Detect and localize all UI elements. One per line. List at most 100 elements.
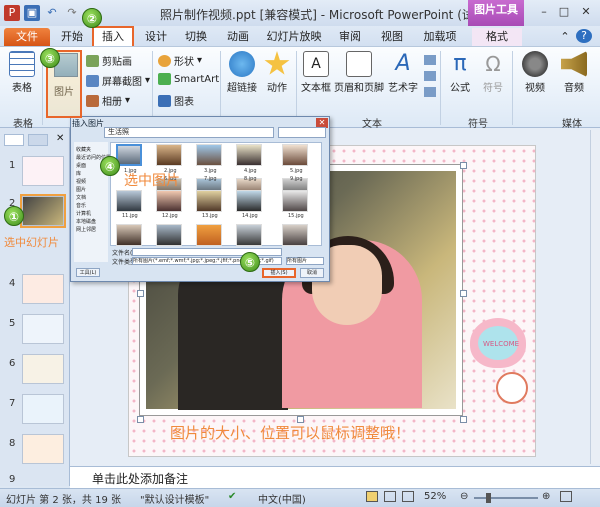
zoom-level[interactable]: 52% <box>424 491 446 502</box>
object-icon[interactable] <box>424 87 436 97</box>
normal-view-icon[interactable] <box>366 491 378 502</box>
resize-handle[interactable] <box>137 290 144 297</box>
action-button[interactable]: 动作 <box>262 51 292 94</box>
nav-item[interactable]: 本地磁盘 <box>76 218 96 225</box>
tab-animations[interactable]: 动画 <box>222 28 254 46</box>
zoom-in-icon[interactable]: ⊕ <box>542 491 550 502</box>
slide-thumbnail[interactable] <box>22 156 64 186</box>
photo-thumbnail[interactable] <box>236 144 262 166</box>
nav-item[interactable]: 文档 <box>76 194 86 201</box>
photo-thumbnail[interactable] <box>156 190 182 212</box>
save-icon[interactable]: ▣ <box>24 5 40 21</box>
hyperlink-button[interactable]: 超链接 <box>224 51 260 94</box>
powerpoint-logo-icon[interactable]: P <box>4 5 20 21</box>
video-button[interactable]: 视频 <box>516 51 554 94</box>
tab-format[interactable]: 格式 <box>472 28 522 46</box>
fit-to-window-icon[interactable] <box>560 491 572 502</box>
textbox-button[interactable]: A 文本框 <box>300 51 332 94</box>
nav-item[interactable]: 图片 <box>76 186 86 193</box>
photo-filename: 9.jpg <box>290 176 303 182</box>
chart-button[interactable]: 图表 <box>158 93 194 108</box>
photo-thumbnail-selected[interactable] <box>116 144 142 166</box>
nav-item[interactable]: 网上邻居 <box>76 226 96 233</box>
nav-item[interactable]: 库 <box>76 170 81 177</box>
zoom-out-icon[interactable]: ⊖ <box>460 491 468 502</box>
outline-tab[interactable] <box>28 134 48 146</box>
photo-thumbnail[interactable] <box>282 190 308 212</box>
shapes-button[interactable]: 形状 ▾ <box>158 53 202 68</box>
dialog-search-input[interactable] <box>278 127 326 138</box>
cancel-button[interactable]: 取消 <box>300 268 324 278</box>
tab-design[interactable]: 设计 <box>140 28 172 46</box>
album-button[interactable]: 相册 ▾ <box>86 93 130 108</box>
slide-thumbnail[interactable] <box>22 274 64 304</box>
reading-view-icon[interactable] <box>402 491 414 502</box>
slide-thumbnail[interactable] <box>22 354 64 384</box>
tab-addins[interactable]: 加载项 <box>418 28 462 46</box>
photo-thumbnail[interactable] <box>156 144 182 166</box>
nav-item[interactable]: 视频 <box>76 178 86 185</box>
close-icon[interactable]: ✕ <box>578 4 594 20</box>
photo-thumbnail[interactable] <box>236 224 262 246</box>
nav-item[interactable]: 桌面 <box>76 162 86 169</box>
tab-transitions[interactable]: 切换 <box>180 28 212 46</box>
clipart-button[interactable]: 剪贴画 <box>86 53 132 68</box>
header-footer-button[interactable]: 页眉和页脚 <box>334 51 384 94</box>
maximize-icon[interactable]: □ <box>556 4 572 20</box>
select-slide-annotation: 选中幻灯片 <box>4 236 59 249</box>
screenshot-button[interactable]: 屏幕截图 ▾ <box>86 73 150 88</box>
zoom-slider-thumb[interactable] <box>486 493 491 503</box>
nav-item[interactable]: 音乐 <box>76 202 86 209</box>
slide-thumbnail[interactable] <box>22 394 64 424</box>
slide-number-icon[interactable] <box>424 71 436 81</box>
slide-sorter-icon[interactable] <box>384 491 396 502</box>
date-time-icon[interactable] <box>424 55 436 65</box>
audio-button[interactable]: 音频 <box>556 51 592 94</box>
insert-button[interactable]: 插入(S) <box>262 268 296 278</box>
tab-file[interactable]: 文件 <box>4 28 50 46</box>
tab-review[interactable]: 审阅 <box>334 28 366 46</box>
resize-handle[interactable] <box>460 162 467 169</box>
photo-thumbnail[interactable] <box>116 224 142 246</box>
nav-item[interactable]: 收藏夹 <box>76 146 91 153</box>
help-icon[interactable]: ? <box>576 29 592 43</box>
slides-tab[interactable] <box>4 134 24 146</box>
photo-thumbnail[interactable] <box>236 190 262 212</box>
photo-thumbnail[interactable] <box>116 190 142 212</box>
tab-view[interactable]: 视图 <box>376 28 408 46</box>
zoom-slider[interactable] <box>474 497 538 499</box>
proofing-icon[interactable]: ✔ <box>228 491 236 502</box>
minimize-icon[interactable]: – <box>536 4 552 20</box>
resize-handle[interactable] <box>460 416 467 423</box>
photo-thumbnail[interactable] <box>156 224 182 246</box>
smartart-button[interactable]: SmartArt <box>158 73 219 85</box>
undo-icon[interactable]: ↶ <box>44 5 60 21</box>
resize-handle[interactable] <box>460 290 467 297</box>
photo-thumbnail[interactable] <box>282 224 308 246</box>
tab-insert[interactable]: 插入 <box>92 26 134 46</box>
resize-handle[interactable] <box>137 416 144 423</box>
table-button[interactable]: 表格 <box>6 51 38 94</box>
photo-thumbnail[interactable] <box>196 224 222 246</box>
select-picture-annotation: 选中图片 <box>124 173 180 189</box>
slide-thumbnail[interactable] <box>22 434 64 464</box>
vertical-scrollbar[interactable] <box>590 130 600 464</box>
slide-thumbnail[interactable] <box>22 314 64 344</box>
filename-input[interactable] <box>132 248 282 256</box>
photo-thumbnail[interactable] <box>196 190 222 212</box>
photo-thumbnail[interactable] <box>196 144 222 166</box>
redo-icon[interactable]: ↷ <box>64 5 80 21</box>
ribbon-minimize-icon[interactable]: ⌃ <box>558 28 572 46</box>
language-status[interactable]: 中文(中国) <box>258 491 306 506</box>
tab-home[interactable]: 开始 <box>56 28 88 46</box>
nav-item[interactable]: 计算机 <box>76 210 91 217</box>
dialog-path-bar[interactable]: 生活照 <box>104 127 274 138</box>
tab-slideshow[interactable]: 幻灯片放映 <box>262 28 326 46</box>
formula-button[interactable]: π 公式 <box>444 51 476 94</box>
close-panel-icon[interactable]: ✕ <box>56 133 64 144</box>
tools-button[interactable]: 工具(L) <box>76 268 100 277</box>
photo-thumbnail[interactable] <box>282 144 308 166</box>
filetype-dropdown[interactable]: 所有图片 <box>286 257 324 265</box>
wordart-button[interactable]: A 艺术字 <box>386 51 420 94</box>
symbol-button[interactable]: Ω 符号 <box>478 51 508 94</box>
